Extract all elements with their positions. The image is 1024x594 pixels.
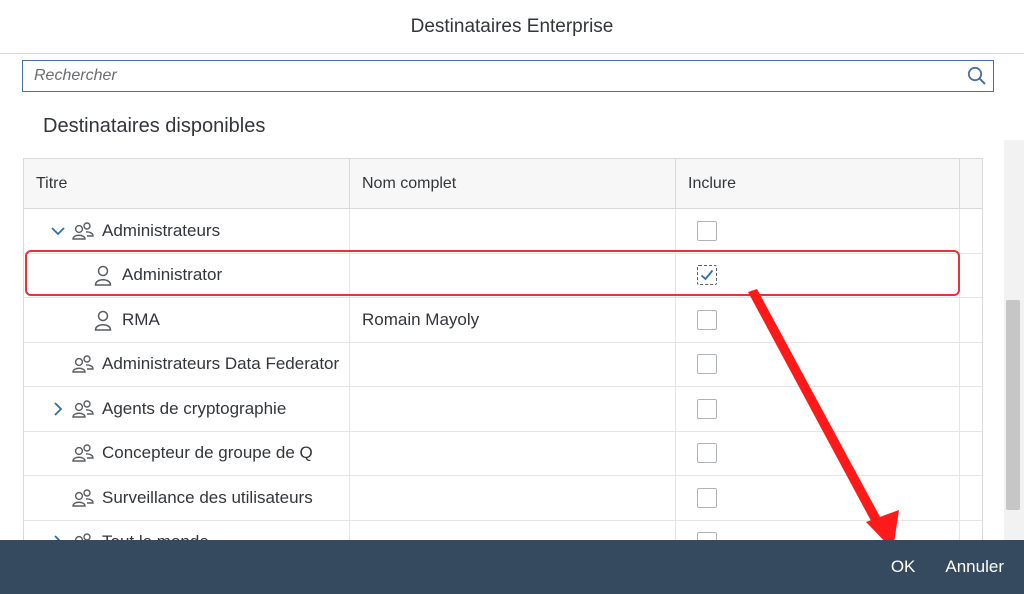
group-icon	[70, 488, 96, 508]
include-checkbox[interactable]	[697, 354, 717, 375]
search-icon[interactable]	[961, 61, 993, 91]
group-icon	[70, 399, 96, 419]
ok-button[interactable]: OK	[891, 557, 916, 577]
cell-spacer	[960, 343, 982, 387]
table-row[interactable]: Administrateurs	[24, 209, 982, 254]
chevron-right-icon[interactable]	[46, 401, 70, 417]
search-box	[22, 60, 994, 92]
table-row[interactable]: Agents de cryptographie	[24, 387, 982, 432]
row-title-label: Agents de cryptographie	[102, 398, 287, 418]
search-input[interactable]	[23, 61, 961, 91]
include-checkbox[interactable]	[697, 309, 717, 330]
row-full-name-label: Romain Mayoly	[362, 309, 480, 329]
cell-include	[676, 476, 960, 520]
cell-spacer	[960, 298, 982, 342]
dialog-header: Destinataires Enterprise	[0, 0, 1024, 54]
table-row[interactable]: Surveillance des utilisateurs	[24, 476, 982, 521]
cell-title: Administrateurs	[24, 209, 350, 253]
column-header-full-name[interactable]: Nom complet	[350, 159, 676, 208]
cell-full-name	[350, 431, 676, 475]
chevron-down-icon[interactable]	[46, 225, 70, 237]
table-row[interactable]: RMA Romain Mayoly	[24, 298, 982, 343]
cell-include	[676, 298, 960, 342]
include-checkbox[interactable]	[697, 487, 717, 508]
cell-full-name	[350, 253, 676, 297]
table-body: Administrateurs Administrator RMA Romain Ma…	[24, 209, 982, 548]
cell-title: Administrateurs Data Federator	[24, 342, 350, 386]
group-icon	[70, 443, 96, 463]
include-checkbox[interactable]	[697, 220, 717, 241]
cell-full-name	[350, 209, 676, 253]
table-row[interactable]: Administrateurs Data Federator	[24, 342, 982, 387]
cell-title: Surveillance des utilisateurs	[24, 476, 350, 520]
row-title-label: Administrator	[122, 265, 223, 285]
column-header-spacer	[960, 159, 982, 208]
cell-include	[676, 387, 960, 431]
dialog-title: Destinataires Enterprise	[410, 15, 614, 37]
scrollbar-track[interactable]	[1004, 140, 1024, 540]
dialog: Destinataires Enterprise Destinataires d…	[0, 0, 1024, 594]
cell-spacer	[960, 209, 982, 253]
include-checkbox[interactable]	[697, 398, 717, 419]
include-checkbox[interactable]	[697, 443, 717, 464]
row-title-label: RMA	[122, 309, 160, 329]
dialog-footer: OK Annuler	[0, 540, 1024, 594]
section-title: Destinataires disponibles	[43, 115, 266, 137]
cell-spacer	[960, 254, 982, 298]
cancel-button[interactable]: Annuler	[945, 557, 1004, 577]
cell-title: Administrator	[24, 253, 350, 297]
table-row[interactable]: Administrator	[24, 253, 982, 298]
cell-include	[676, 342, 960, 386]
group-icon	[70, 221, 96, 241]
cell-full-name	[350, 342, 676, 386]
cell-full-name	[350, 476, 676, 520]
row-title-label: Surveillance des utilisateurs	[102, 487, 313, 507]
cell-full-name: Romain Mayoly	[350, 298, 676, 342]
cell-include	[676, 431, 960, 475]
row-title-label: Concepteur de groupe de Q	[102, 443, 313, 463]
recipients-table: Titre Nom complet Inclure Administrateur…	[23, 158, 983, 548]
row-title-label: Administrateurs Data Federator	[102, 354, 340, 374]
table-header: Titre Nom complet Inclure	[24, 159, 982, 209]
group-icon	[70, 354, 96, 374]
table-row[interactable]: Concepteur de groupe de Q	[24, 431, 982, 476]
cell-title: Agents de cryptographie	[24, 387, 350, 431]
user-icon	[90, 264, 116, 286]
scrollbar-thumb[interactable]	[1006, 300, 1020, 510]
column-header-title[interactable]: Titre	[24, 159, 350, 208]
include-checkbox[interactable]	[697, 265, 717, 286]
user-icon	[90, 309, 116, 331]
cell-include	[676, 253, 960, 297]
cell-include	[676, 209, 960, 253]
cell-spacer	[960, 476, 982, 520]
cell-full-name	[350, 387, 676, 431]
cell-title: Concepteur de groupe de Q	[24, 431, 350, 475]
row-title-label: Administrateurs	[102, 220, 221, 240]
cell-spacer	[960, 432, 982, 476]
cell-title: RMA	[24, 298, 350, 342]
column-header-include[interactable]: Inclure	[676, 159, 960, 208]
cell-spacer	[960, 387, 982, 431]
